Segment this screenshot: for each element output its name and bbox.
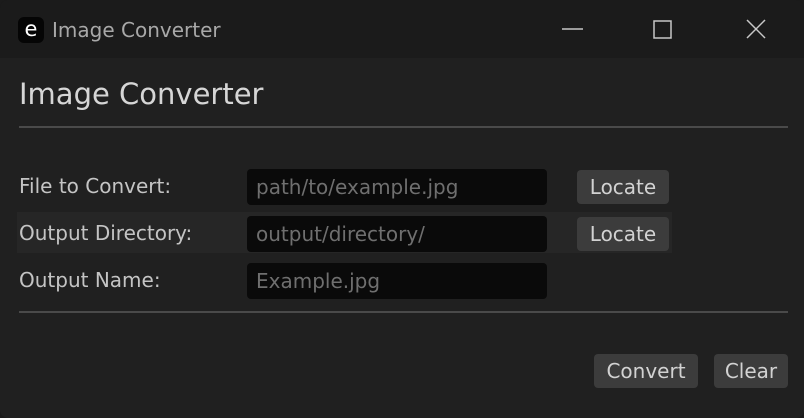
page-title: Image Converter [19,77,264,111]
divider [19,311,788,313]
minimize-button[interactable] [549,5,595,51]
output-directory-input[interactable] [247,216,547,252]
close-icon [746,19,766,39]
app-icon: e [18,17,44,43]
minimize-icon [562,28,583,30]
convert-button[interactable]: Convert [594,354,698,388]
close-button[interactable] [733,5,779,51]
locate-directory-button[interactable]: Locate [577,217,669,251]
output-name-input[interactable] [247,263,547,299]
maximize-icon [653,20,672,39]
file-to-convert-input[interactable] [247,169,547,205]
output-name-label: Output Name: [19,268,161,292]
main-panel: Image Converter File to Convert: Locate … [0,58,804,418]
app-window: e Image Converter Image Converter File t… [0,0,804,418]
window-title: Image Converter [52,18,221,42]
title-bar[interactable]: e Image Converter [0,0,804,58]
maximize-button[interactable] [640,5,686,51]
clear-button[interactable]: Clear [714,354,788,388]
file-to-convert-label: File to Convert: [19,174,172,198]
locate-file-button[interactable]: Locate [577,170,669,204]
output-directory-label: Output Directory: [19,221,193,245]
divider [19,126,788,128]
